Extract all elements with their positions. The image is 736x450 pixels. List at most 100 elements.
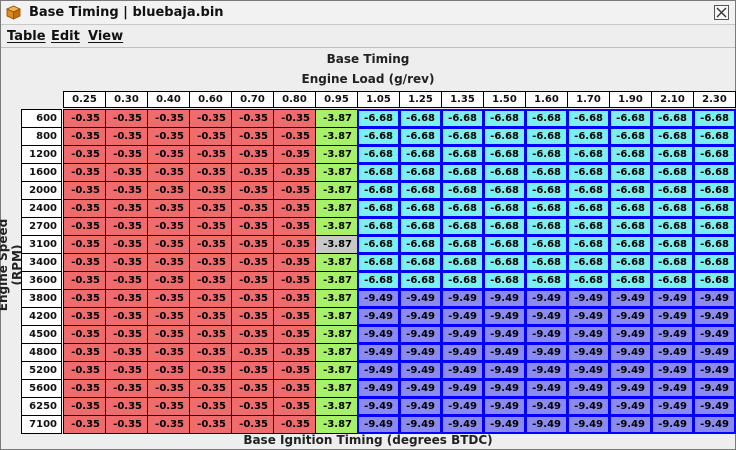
table-cell[interactable]: -6.68 xyxy=(441,109,484,128)
table-cell[interactable]: -0.35 xyxy=(63,379,106,398)
table-cell[interactable]: -0.35 xyxy=(273,379,316,398)
table-cell[interactable]: -9.49 xyxy=(399,307,442,326)
table-cell[interactable]: -0.35 xyxy=(105,253,148,272)
column-header[interactable]: 0.40 xyxy=(147,91,190,108)
table-cell[interactable]: -6.68 xyxy=(525,253,568,272)
table-cell[interactable]: -0.35 xyxy=(273,199,316,218)
table-cell[interactable]: -6.68 xyxy=(567,163,610,182)
row-header[interactable]: 4500 xyxy=(21,325,62,344)
table-cell[interactable]: -0.35 xyxy=(273,307,316,326)
close-button[interactable] xyxy=(714,5,729,20)
table-cell[interactable]: -0.35 xyxy=(231,289,274,308)
table-cell[interactable]: -6.68 xyxy=(441,253,484,272)
table-cell[interactable]: -9.49 xyxy=(693,307,736,326)
table-cell[interactable]: -0.35 xyxy=(63,163,106,182)
table-cell[interactable]: -9.49 xyxy=(525,415,568,434)
table-cell[interactable]: -6.68 xyxy=(693,217,736,236)
table-cell[interactable]: -0.35 xyxy=(105,271,148,290)
row-header[interactable]: 3600 xyxy=(21,271,62,290)
table-cell[interactable]: -6.68 xyxy=(399,109,442,128)
table-cell[interactable]: -6.68 xyxy=(567,217,610,236)
table-cell[interactable]: -0.35 xyxy=(147,235,190,254)
table-cell[interactable]: -9.49 xyxy=(651,325,694,344)
table-cell[interactable]: -9.49 xyxy=(567,379,610,398)
table-cell[interactable]: -6.68 xyxy=(651,235,694,254)
row-header[interactable]: 5600 xyxy=(21,379,62,398)
table-cell[interactable]: -0.35 xyxy=(147,271,190,290)
table-cell[interactable]: -0.35 xyxy=(147,397,190,416)
table-cell[interactable]: -6.68 xyxy=(357,271,400,290)
table-cell[interactable]: -9.49 xyxy=(525,361,568,380)
table-cell[interactable]: -3.87 xyxy=(315,217,358,236)
table-cell[interactable]: -9.49 xyxy=(609,343,652,362)
table-cell[interactable]: -6.68 xyxy=(651,217,694,236)
table-cell[interactable]: -9.49 xyxy=(483,289,526,308)
table-cell[interactable]: -6.68 xyxy=(525,217,568,236)
table-cell[interactable]: -0.35 xyxy=(231,379,274,398)
table-cell[interactable]: -9.49 xyxy=(609,379,652,398)
table-cell[interactable]: -0.35 xyxy=(105,235,148,254)
row-header[interactable]: 3100 xyxy=(21,235,62,254)
table-cell[interactable]: -0.35 xyxy=(231,415,274,434)
table-cell[interactable]: -9.49 xyxy=(399,361,442,380)
table-cell[interactable]: -0.35 xyxy=(63,145,106,164)
table-cell[interactable]: -9.49 xyxy=(357,307,400,326)
table-cell[interactable]: -6.68 xyxy=(399,163,442,182)
table-cell[interactable]: -6.68 xyxy=(357,199,400,218)
row-header[interactable]: 800 xyxy=(21,127,62,146)
table-cell[interactable]: -6.68 xyxy=(399,199,442,218)
table-cell[interactable]: -3.87 xyxy=(315,415,358,434)
table-cell[interactable]: -3.87 xyxy=(315,163,358,182)
table-cell[interactable]: -6.68 xyxy=(399,127,442,146)
table-cell[interactable]: -9.49 xyxy=(609,325,652,344)
table-cell[interactable]: -9.49 xyxy=(567,361,610,380)
row-header[interactable]: 1200 xyxy=(21,145,62,164)
table-cell[interactable]: -9.49 xyxy=(483,415,526,434)
table-cell[interactable]: -9.49 xyxy=(357,415,400,434)
table-cell[interactable]: -0.35 xyxy=(147,361,190,380)
table-cell[interactable]: -9.49 xyxy=(399,325,442,344)
table-cell[interactable]: -6.68 xyxy=(483,127,526,146)
table-cell[interactable]: -3.87 xyxy=(315,343,358,362)
table-cell[interactable]: -6.68 xyxy=(609,217,652,236)
table-cell[interactable]: -9.49 xyxy=(483,361,526,380)
table-cell[interactable]: -9.49 xyxy=(441,289,484,308)
table-cell[interactable]: -9.49 xyxy=(357,289,400,308)
table-cell[interactable]: -6.68 xyxy=(567,127,610,146)
table-cell[interactable]: -0.35 xyxy=(105,127,148,146)
table-cell[interactable]: -0.35 xyxy=(105,397,148,416)
table-cell[interactable]: -6.68 xyxy=(441,145,484,164)
row-header[interactable]: 1600 xyxy=(21,163,62,182)
row-header[interactable]: 5200 xyxy=(21,361,62,380)
table-cell[interactable]: -0.35 xyxy=(189,397,232,416)
table-cell[interactable]: -6.68 xyxy=(609,163,652,182)
table-cell[interactable]: -6.68 xyxy=(567,271,610,290)
table-cell[interactable]: -6.68 xyxy=(399,235,442,254)
table-cell[interactable]: -9.49 xyxy=(651,289,694,308)
table-cell[interactable]: -6.68 xyxy=(357,127,400,146)
table-cell[interactable]: -3.87 xyxy=(315,361,358,380)
table-cell[interactable]: -9.49 xyxy=(609,397,652,416)
table-cell[interactable]: -6.68 xyxy=(609,127,652,146)
table-cell[interactable]: -0.35 xyxy=(63,235,106,254)
row-header[interactable]: 7100 xyxy=(21,415,62,434)
table-cell[interactable]: -6.68 xyxy=(441,163,484,182)
table-cell[interactable]: -6.68 xyxy=(483,217,526,236)
table-cell[interactable]: -6.68 xyxy=(399,253,442,272)
table-cell[interactable]: -9.49 xyxy=(399,415,442,434)
table-cell[interactable]: -6.68 xyxy=(567,181,610,200)
title-bar[interactable]: Base Timing | bluebaja.bin xyxy=(1,1,735,25)
table-cell[interactable]: -9.49 xyxy=(357,343,400,362)
column-header[interactable]: 1.05 xyxy=(357,91,400,108)
table-cell[interactable]: -3.87 xyxy=(315,235,358,254)
table-cell[interactable]: -9.49 xyxy=(693,379,736,398)
table-cell[interactable]: -0.35 xyxy=(189,271,232,290)
table-cell[interactable]: -9.49 xyxy=(651,379,694,398)
table-cell[interactable]: -0.35 xyxy=(231,109,274,128)
table-cell[interactable]: -0.35 xyxy=(147,325,190,344)
table-cell[interactable]: -9.49 xyxy=(693,325,736,344)
table-cell[interactable]: -6.68 xyxy=(693,181,736,200)
table-cell[interactable]: -9.49 xyxy=(441,307,484,326)
table-cell[interactable]: -6.68 xyxy=(651,199,694,218)
table-cell[interactable]: -9.49 xyxy=(693,397,736,416)
